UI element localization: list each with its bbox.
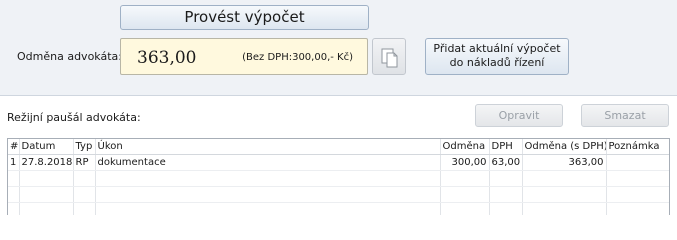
fee-net-text: (Bez DPH:300,00,- Kč)	[242, 52, 353, 63]
cell-vat: 63,00	[489, 154, 523, 171]
column-header-date[interactable]: Datum	[19, 139, 74, 155]
column-header-action[interactable]: Úkon	[95, 139, 441, 155]
fee-label: Odměna advokáta:	[17, 50, 122, 63]
add-to-costs-label-line2: do nákladů řízení	[449, 56, 545, 69]
column-header-note[interactable]: Poznámka	[606, 139, 669, 155]
fee-value: 363,00	[137, 48, 197, 68]
column-header-fee[interactable]: Odměna	[440, 139, 490, 155]
delete-button[interactable]: Smazat	[581, 104, 669, 127]
edit-button[interactable]: Opravit	[475, 104, 563, 127]
overhead-table[interactable]: # Datum Typ Úkon Odměna DPH Odměna (s DP…	[7, 138, 670, 215]
column-header-vat[interactable]: DPH	[489, 139, 523, 155]
table-header-row: # Datum Typ Úkon Odměna DPH Odměna (s DP…	[8, 139, 669, 155]
cell-date: 27.8.2018	[19, 154, 74, 171]
table-row[interactable]: 1 27.8.2018 RP dokumentace 300,00 63,00 …	[8, 154, 669, 171]
cell-action: dokumentace	[95, 154, 441, 171]
column-header-fee-with-vat[interactable]: Odměna (s DPH)	[522, 139, 607, 155]
table-row-empty	[8, 202, 669, 215]
calculate-button[interactable]: Provést výpočet	[120, 5, 369, 30]
fee-display: 363,00 (Bez DPH:300,00,- Kč)	[120, 38, 368, 75]
cell-fee-with-vat: 363,00	[522, 154, 607, 171]
calculation-panel: Provést výpočet Odměna advokáta: 363,00 …	[0, 0, 677, 96]
cell-type: RP	[73, 154, 96, 171]
column-header-number[interactable]: #	[8, 139, 20, 155]
table-row-empty	[8, 170, 669, 187]
cell-note	[606, 154, 669, 171]
add-to-costs-label-line1: Přidat aktuální výpočet	[433, 42, 561, 55]
copy-button[interactable]	[372, 38, 406, 75]
overhead-label: Režijní paušál advokáta:	[7, 111, 141, 124]
table-row-empty	[8, 186, 669, 203]
cell-fee: 300,00	[440, 154, 490, 171]
column-header-type[interactable]: Typ	[73, 139, 96, 155]
add-to-costs-button[interactable]: Přidat aktuální výpočet do nákladů řízen…	[425, 38, 569, 75]
cell-number: 1	[8, 154, 20, 171]
copy-icon	[381, 48, 398, 68]
